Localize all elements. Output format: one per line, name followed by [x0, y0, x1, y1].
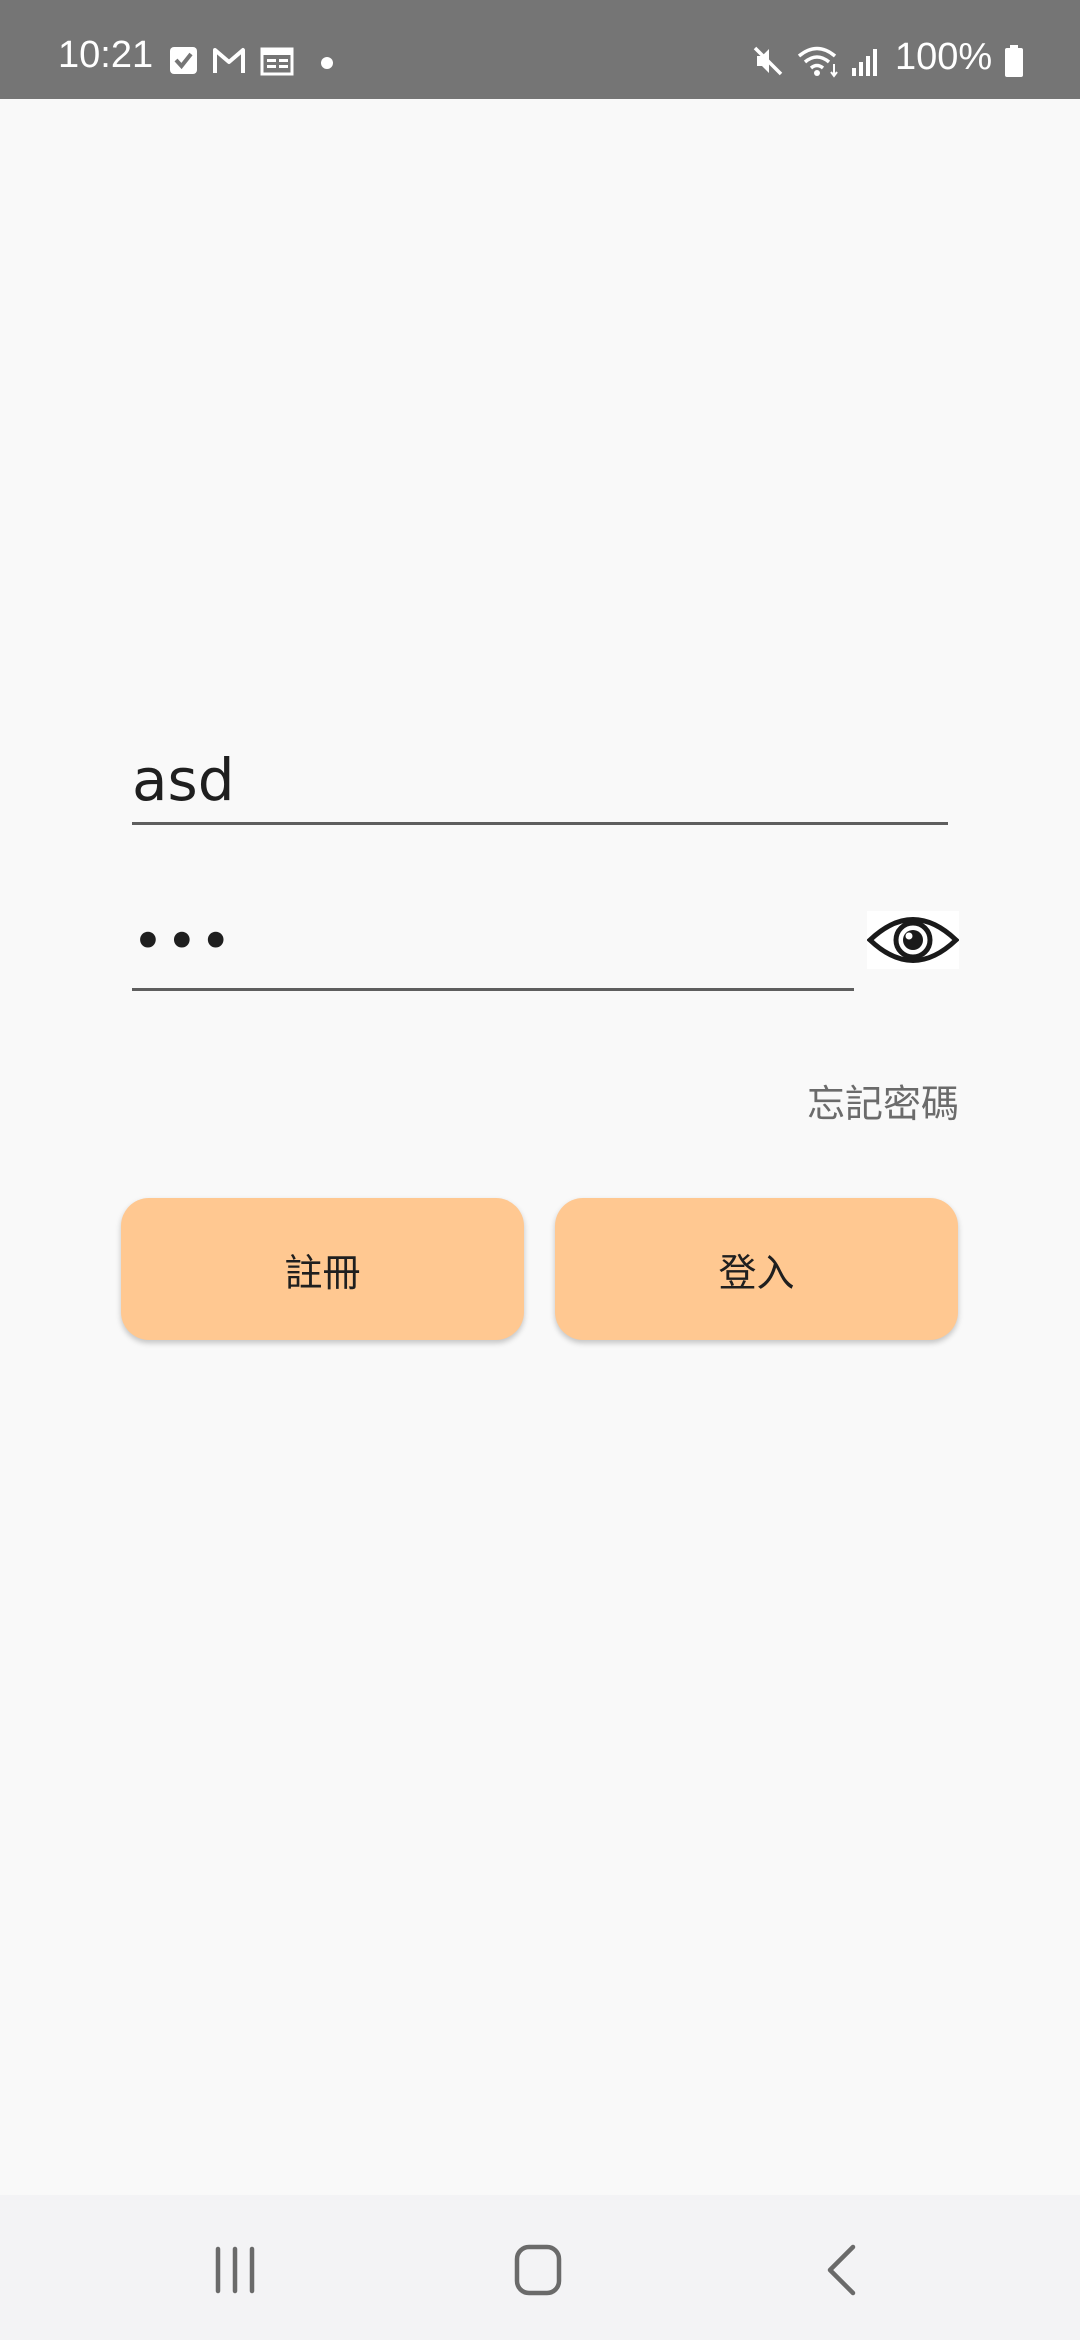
username-input[interactable]: [132, 730, 948, 826]
register-button-label: 註冊: [284, 1250, 361, 1295]
check-square-icon: [170, 47, 197, 74]
eye-icon: [866, 917, 960, 963]
password-field[interactable]: [132, 895, 854, 991]
status-bar: 10:21 100%: [0, 0, 1080, 99]
wifi-icon: [797, 46, 838, 78]
login-button-label: 登入: [718, 1250, 795, 1295]
notification-dot-icon: [321, 57, 333, 69]
gmail-icon: [213, 48, 245, 73]
mute-icon: [753, 46, 783, 76]
battery-icon: [1005, 45, 1023, 77]
username-field[interactable]: [132, 730, 948, 826]
status-time: 10:21: [58, 34, 154, 76]
home-icon[interactable]: [493, 2235, 583, 2305]
recent-apps-icon[interactable]: [190, 2235, 280, 2305]
navigation-bar: [0, 2195, 1080, 2340]
calendar-icon: [260, 47, 294, 76]
signal-icon: [852, 49, 877, 76]
login-button[interactable]: 登入: [555, 1198, 958, 1340]
battery-percentage: 100%: [895, 36, 993, 78]
register-button[interactable]: 註冊: [121, 1198, 524, 1340]
forgot-password-link[interactable]: 忘記密碼: [807, 1085, 959, 1123]
password-input[interactable]: [132, 895, 854, 988]
back-icon[interactable]: [797, 2235, 887, 2305]
show-password-toggle[interactable]: [866, 911, 960, 969]
